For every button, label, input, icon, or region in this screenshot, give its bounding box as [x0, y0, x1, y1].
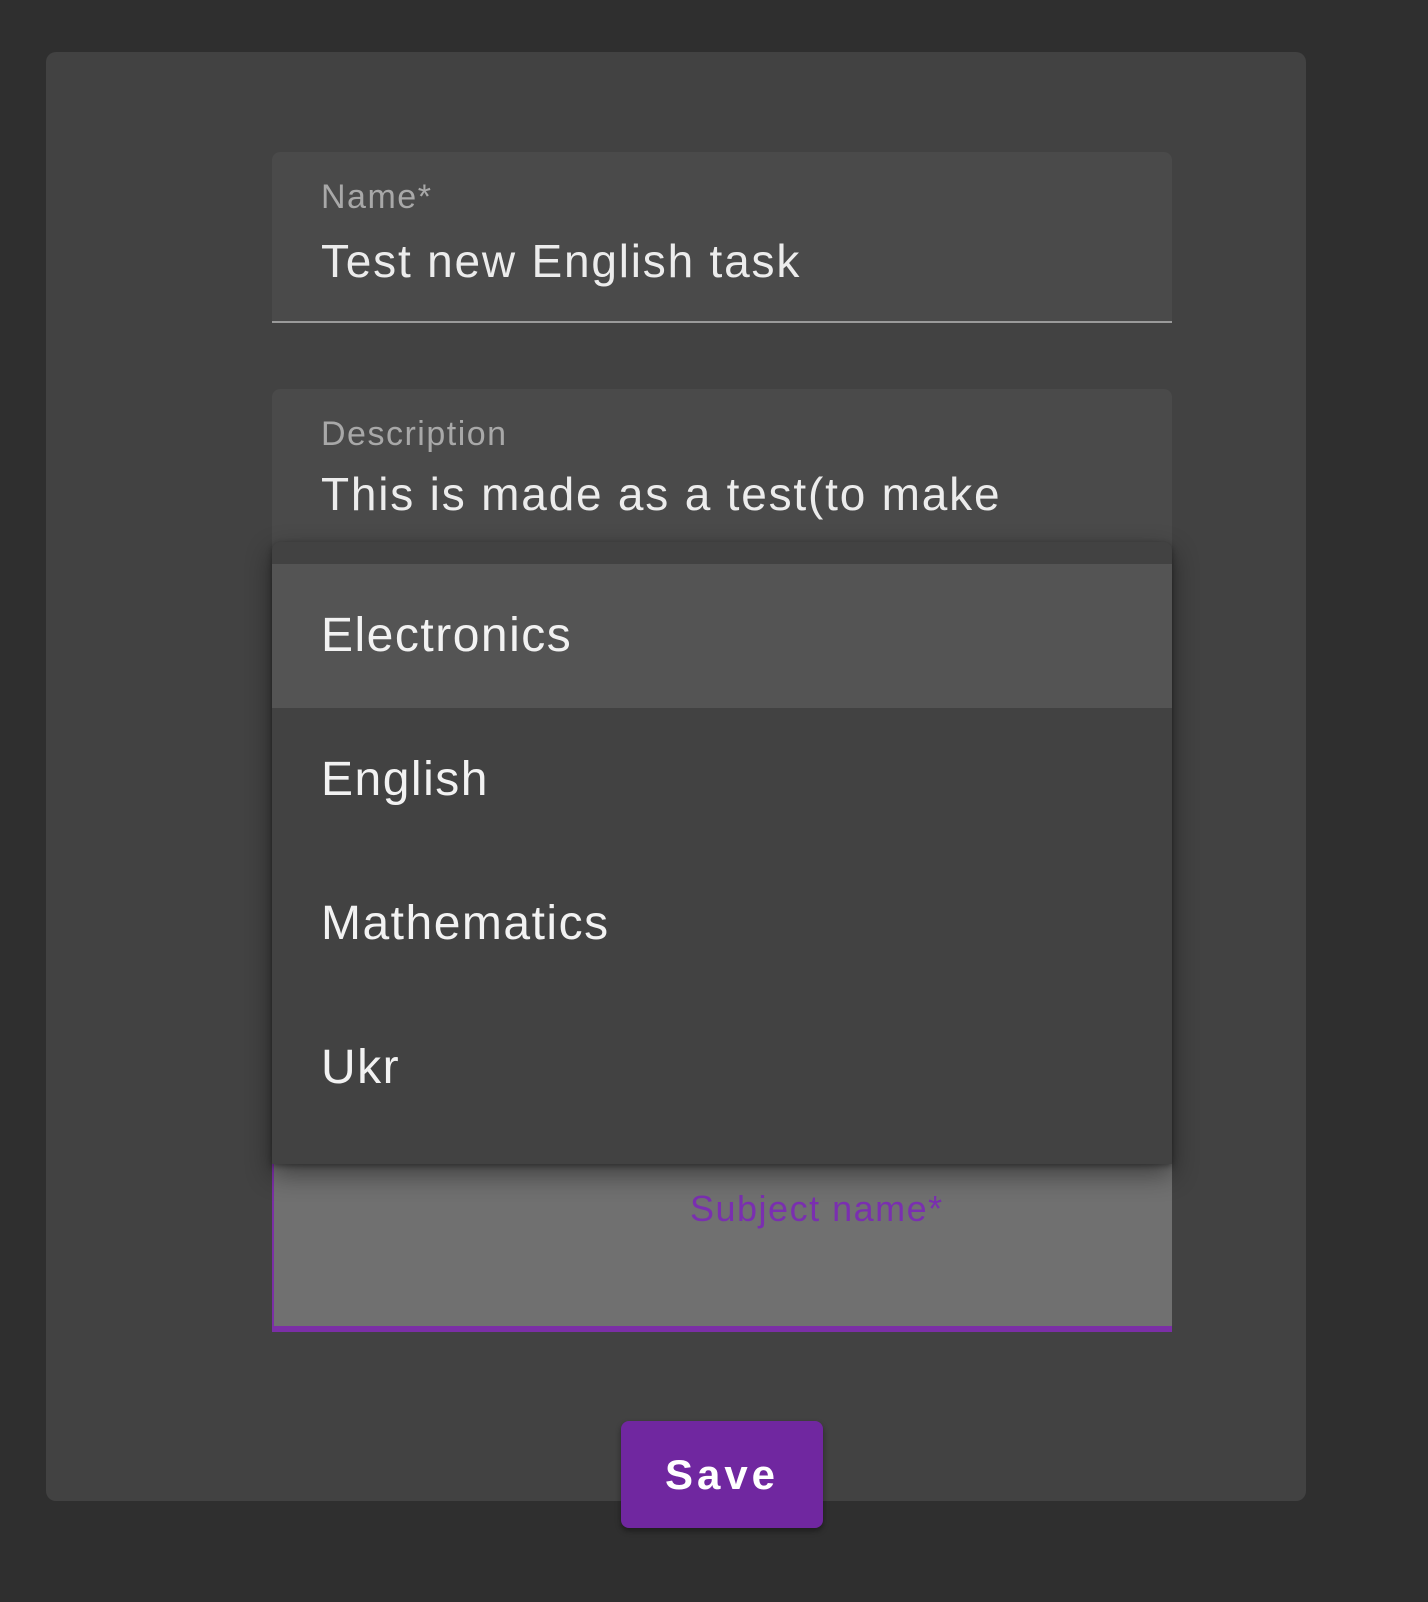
subject-select[interactable]: Subject name* — [272, 1164, 1172, 1332]
save-button[interactable]: Save — [621, 1421, 823, 1528]
name-field[interactable]: Name* Test new English task — [272, 152, 1172, 323]
option-mathematics[interactable]: Mathematics — [272, 852, 1172, 996]
option-ukr[interactable]: Ukr — [272, 996, 1172, 1140]
option-electronics[interactable]: Electronics — [272, 564, 1172, 708]
name-input[interactable]: Test new English task — [321, 234, 801, 288]
description-field[interactable]: Description This is made as a test(to ma… — [272, 389, 1172, 549]
subject-dropdown-menu: Electronics English Mathematics Ukr — [272, 542, 1172, 1164]
description-input[interactable]: This is made as a test(to make — [321, 467, 1001, 521]
description-label: Description — [321, 415, 508, 453]
name-label: Name* — [321, 178, 433, 216]
subject-label: Subject name* — [690, 1188, 944, 1229]
form-card: Name* Test new English task Description … — [46, 52, 1306, 1528]
option-english[interactable]: English — [272, 708, 1172, 852]
